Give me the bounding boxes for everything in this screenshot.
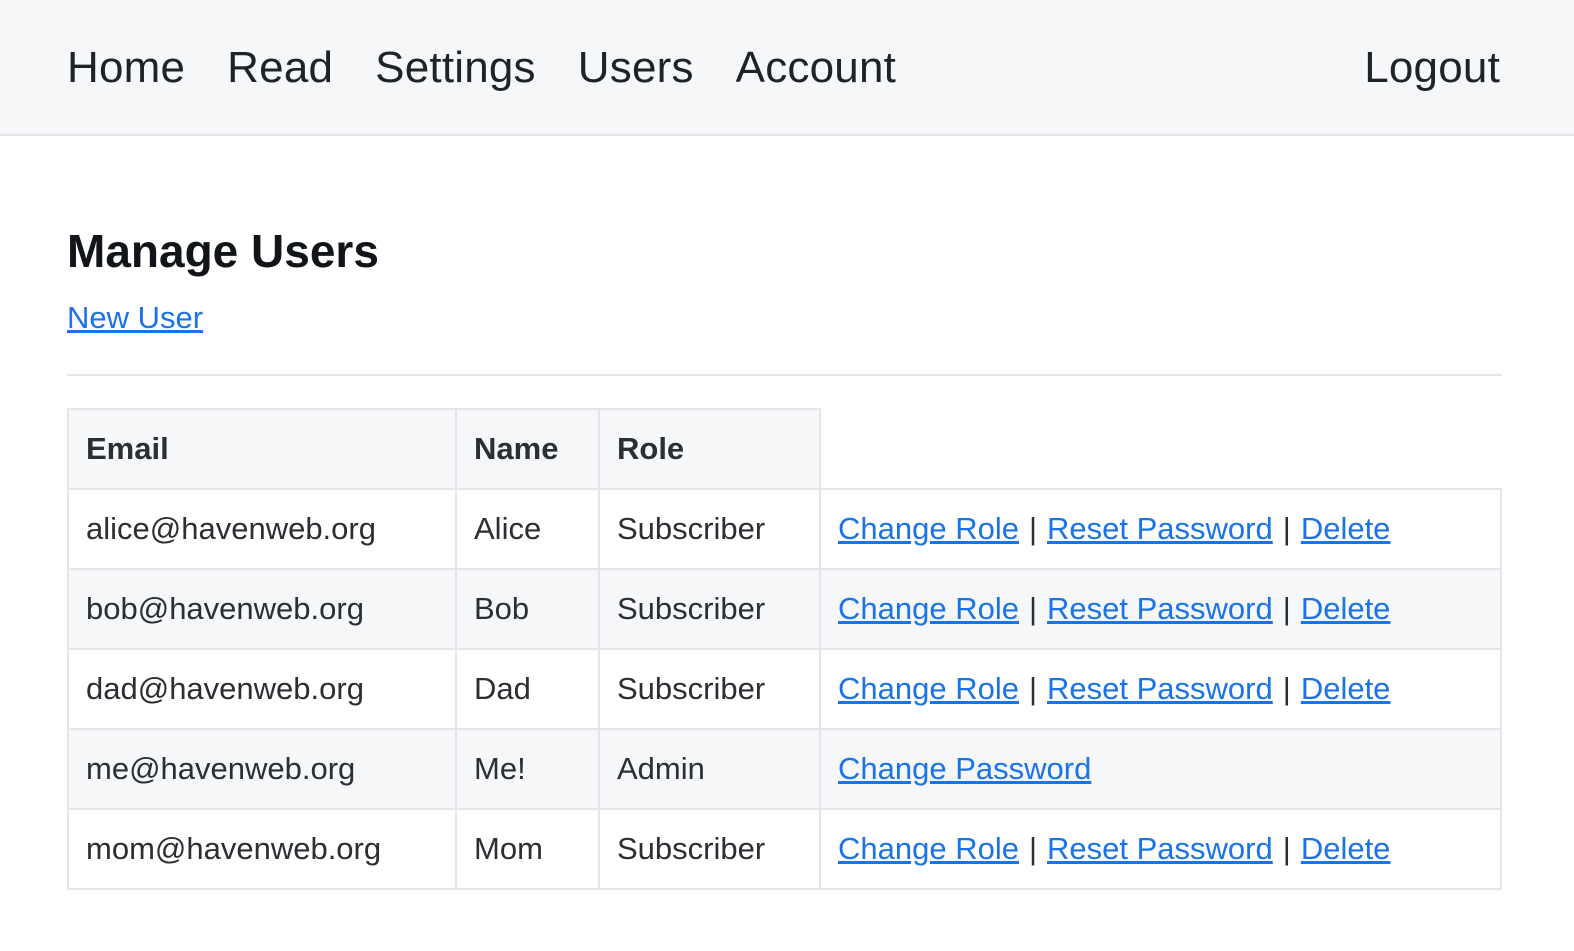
role-column-header: Role (598, 408, 821, 490)
top-navbar: Home Read Settings Users Account Logout (0, 0, 1574, 136)
name-cell: Dad (455, 648, 600, 730)
name-cell: Bob (455, 568, 600, 650)
email-cell: alice@havenweb.org (67, 488, 457, 570)
reset-password-link[interactable]: Reset Password (1047, 591, 1273, 626)
action-separator: | (1028, 591, 1038, 626)
action-separator: | (1028, 671, 1038, 706)
nav-read-link[interactable]: Read (227, 43, 333, 93)
reset-password-link[interactable]: Reset Password (1047, 671, 1273, 706)
role-cell: Subscriber (598, 808, 821, 890)
role-cell: Subscriber (598, 488, 821, 570)
actions-cell: Change Password (819, 728, 1502, 810)
delete-link[interactable]: Delete (1301, 591, 1391, 626)
change-role-link[interactable]: Change Role (838, 671, 1019, 706)
action-separator: | (1282, 511, 1291, 546)
nav-settings-link[interactable]: Settings (375, 43, 536, 93)
name-cell: Me! (455, 728, 600, 810)
change-password-link[interactable]: Change Password (838, 751, 1091, 786)
actions-cell: Change Role | Reset Password | Delete (819, 488, 1502, 570)
delete-link[interactable]: Delete (1301, 671, 1391, 706)
actions-cell: Change Role | Reset Password | Delete (819, 648, 1502, 730)
action-separator: | (1028, 511, 1038, 546)
users-table: Email Name Role alice@havenweb.org Alice… (67, 408, 1502, 890)
change-role-link[interactable]: Change Role (838, 831, 1019, 866)
table-row: alice@havenweb.org Alice Subscriber Chan… (67, 488, 1502, 570)
actions-cell: Change Role | Reset Password | Delete (819, 568, 1502, 650)
nav-users-link[interactable]: Users (578, 43, 694, 93)
email-cell: me@havenweb.org (67, 728, 457, 810)
role-cell: Subscriber (598, 648, 821, 730)
email-cell: bob@havenweb.org (67, 568, 457, 650)
reset-password-link[interactable]: Reset Password (1047, 831, 1273, 866)
role-cell: Subscriber (598, 568, 821, 650)
divider (67, 374, 1502, 376)
reset-password-link[interactable]: Reset Password (1047, 511, 1273, 546)
actions-column-header (819, 409, 1501, 490)
email-cell: dad@havenweb.org (67, 648, 457, 730)
delete-link[interactable]: Delete (1301, 511, 1391, 546)
actions-cell: Change Role | Reset Password | Delete (819, 808, 1502, 890)
table-row: bob@havenweb.org Bob Subscriber Change R… (67, 568, 1502, 650)
table-row: dad@havenweb.org Dad Subscriber Change R… (67, 648, 1502, 730)
page-title: Manage Users (67, 225, 379, 277)
action-separator: | (1028, 831, 1038, 866)
delete-link[interactable]: Delete (1301, 831, 1391, 866)
nav-links: Home Read Settings Users Account (67, 0, 938, 136)
action-separator: | (1282, 671, 1291, 706)
name-column-header: Name (455, 408, 600, 490)
table-row: mom@havenweb.org Mom Subscriber Change R… (67, 808, 1502, 890)
name-cell: Mom (455, 808, 600, 890)
table-header-row: Email Name Role (67, 408, 1501, 490)
role-cell: Admin (598, 728, 821, 810)
nav-logout-container: Logout (1364, 0, 1500, 136)
new-user-link[interactable]: New User (67, 300, 203, 336)
name-cell: Alice (455, 488, 600, 570)
change-role-link[interactable]: Change Role (838, 511, 1019, 546)
change-role-link[interactable]: Change Role (838, 591, 1019, 626)
table-row: me@havenweb.org Me! Admin Change Passwor… (67, 728, 1502, 810)
action-separator: | (1282, 831, 1291, 866)
nav-account-link[interactable]: Account (736, 43, 896, 93)
nav-home-link[interactable]: Home (67, 43, 185, 93)
action-separator: | (1282, 591, 1291, 626)
email-cell: mom@havenweb.org (67, 808, 457, 890)
email-column-header: Email (67, 408, 457, 490)
logout-link[interactable]: Logout (1364, 43, 1500, 93)
